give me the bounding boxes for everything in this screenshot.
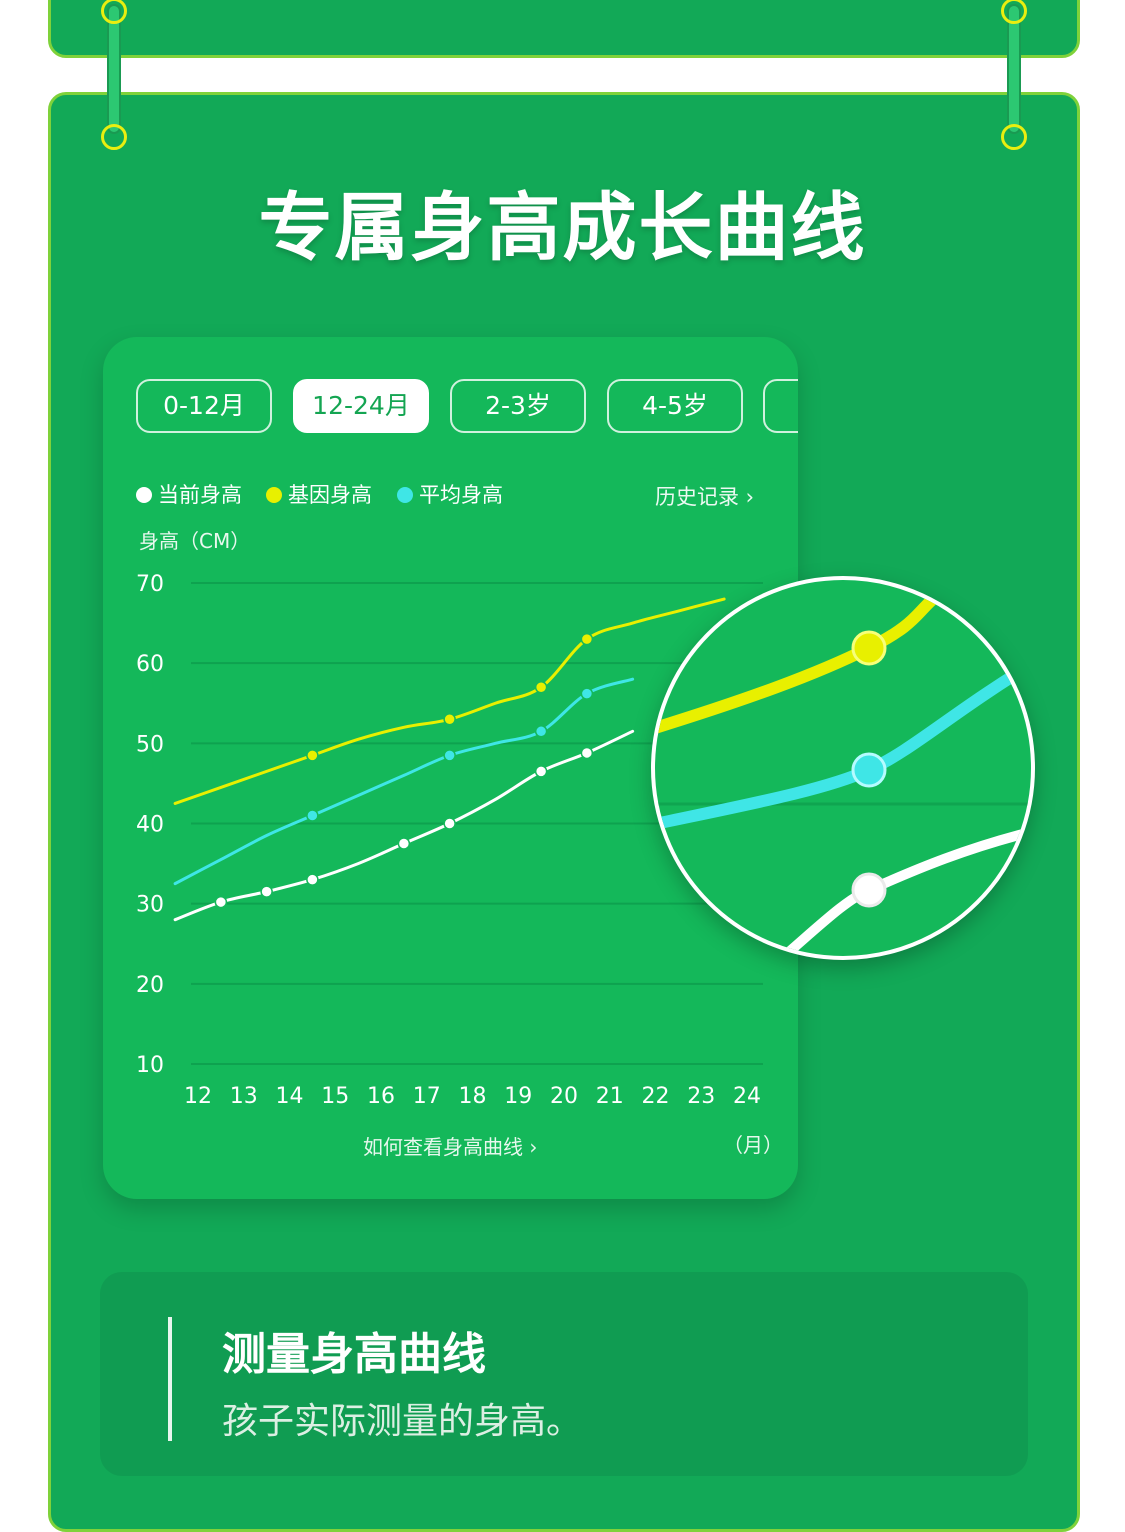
y-tick-70: 70: [136, 572, 164, 597]
x-tick-15: 15: [321, 1084, 349, 1109]
x-tick-19: 19: [504, 1084, 532, 1109]
magnified-gene-point: [851, 630, 887, 666]
data-point-gene: [306, 749, 319, 762]
magnified-average-point: [851, 752, 887, 788]
data-point-current: [580, 746, 594, 760]
series-line-gene: [173, 597, 726, 805]
data-point-current: [306, 873, 319, 886]
y-tick-50: 50: [136, 732, 164, 757]
feature-card: 测量身高曲线 孩子实际测量的身高。: [100, 1272, 1028, 1476]
feature-description: 孩子实际测量的身高。: [222, 1401, 583, 1442]
x-tick-24: 24: [733, 1084, 761, 1109]
data-point-current: [260, 885, 273, 898]
data-point-gene: [443, 713, 456, 726]
x-tick-16: 16: [367, 1084, 395, 1109]
x-tick-17: 17: [413, 1084, 441, 1109]
x-tick-12: 12: [184, 1084, 212, 1109]
series-line-average: [173, 677, 635, 886]
x-tick-14: 14: [276, 1084, 304, 1109]
feature-title: 测量身高曲线: [222, 1329, 486, 1380]
data-point-average: [534, 725, 548, 738]
x-tick-21: 21: [596, 1084, 624, 1109]
x-tick-18: 18: [459, 1084, 487, 1109]
how-to-read-link[interactable]: 如何查看身高曲线 ›: [363, 1131, 537, 1160]
feature-accent-bar: [168, 1317, 172, 1441]
data-point-average: [306, 809, 319, 822]
data-point-average: [443, 749, 456, 762]
y-tick-40: 40: [136, 813, 164, 838]
data-point-current: [214, 895, 228, 909]
magnified-current-point: [851, 872, 887, 908]
x-tick-22: 22: [642, 1084, 670, 1109]
top-panel: [48, 0, 1080, 58]
magnifier-lens: [651, 576, 1035, 960]
x-axis-unit: （月）: [723, 1133, 783, 1157]
data-point-current: [397, 837, 411, 850]
x-tick-13: 13: [230, 1084, 258, 1109]
data-point-current: [534, 765, 548, 778]
x-tick-23: 23: [687, 1084, 715, 1109]
data-point-average: [580, 687, 594, 700]
data-point-current: [443, 817, 456, 830]
magnifier-detail: [655, 584, 1031, 956]
left-bottom-ring-icon: [101, 124, 127, 150]
right-bottom-ring-icon: [1001, 124, 1027, 150]
data-point-gene: [534, 680, 548, 694]
series-line-current: [173, 729, 635, 922]
y-tick-10: 10: [136, 1053, 164, 1078]
y-tick-20: 20: [136, 973, 164, 998]
page-title: 专属身高成长曲线: [258, 185, 867, 271]
x-tick-20: 20: [550, 1084, 578, 1109]
y-tick-30: 30: [136, 893, 164, 918]
magnified-average-line: [655, 657, 1031, 830]
data-point-gene: [580, 632, 594, 646]
y-tick-60: 60: [136, 652, 164, 677]
